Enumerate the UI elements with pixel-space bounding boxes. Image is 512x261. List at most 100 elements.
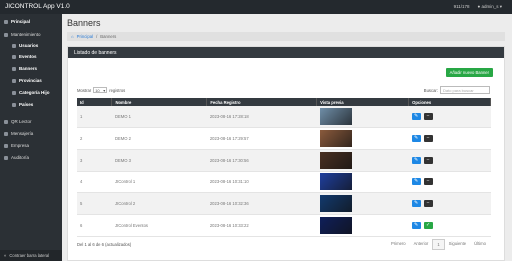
- image-icon: [12, 66, 16, 71]
- cell-opciones: ✎ −: [408, 149, 491, 172]
- table-row: 1 DEMO 1 2023-08-16 17:28:18 ✎ −: [77, 106, 491, 129]
- deactivate-button[interactable]: −: [423, 156, 433, 164]
- pagination-next[interactable]: Siguiente: [445, 239, 470, 250]
- sidebar-item-empresa[interactable]: Empresa: [0, 141, 62, 150]
- banners-table: Id Nombre Fecha Registro Vista previa Op…: [77, 98, 491, 237]
- banner-thumbnail: [319, 216, 352, 234]
- add-banner-button[interactable]: Añadir nuevo Banner: [445, 68, 493, 77]
- banner-thumbnail: [319, 195, 352, 213]
- sidebar-item-paises[interactable]: Países: [0, 100, 62, 109]
- cell-nombre: JIControl Eventos: [111, 214, 207, 237]
- cell-fecha: 2023-08-16 17:30:56: [206, 149, 317, 172]
- sidebar-item-label: Principal: [11, 19, 31, 24]
- pagination-previous[interactable]: Anterior: [410, 239, 433, 250]
- chart-icon: [4, 155, 8, 160]
- qr-icon: [4, 119, 8, 124]
- table-row: 2 DEMO 2 2023-08-16 17:29:57 ✎ −: [77, 127, 491, 150]
- search-control: Buscar: Dato para buscar: [424, 86, 490, 94]
- cell-vista-previa: [316, 171, 409, 194]
- sidebar-item-eventos[interactable]: Eventos: [0, 52, 62, 61]
- home-icon: ⌂: [71, 34, 74, 39]
- pagination-last[interactable]: Último: [470, 239, 490, 250]
- activate-button[interactable]: ✓: [423, 221, 433, 229]
- users-icon: [12, 43, 16, 48]
- user-menu[interactable]: ● admin_s ▾: [478, 4, 503, 10]
- cell-fecha: 2023-08-16 10:33:22: [206, 214, 317, 237]
- cell-id: 1: [77, 106, 112, 129]
- sidebar-item-label: Banners: [19, 66, 38, 71]
- sidebar-item-principal[interactable]: Principal: [0, 17, 62, 26]
- table-row: 6 JIControl Eventos 2023-08-16 10:33:22 ✎ ✓: [77, 214, 491, 237]
- sidebar-item-mensajeria[interactable]: Mensajería: [0, 129, 62, 138]
- table-row: 5 JIControl 2 2023-08-16 10:32:36 ✎ −: [77, 192, 491, 215]
- cell-nombre: DEMO 3: [111, 149, 207, 172]
- deactivate-button[interactable]: −: [423, 135, 433, 143]
- sidebar-item-mantenimiento[interactable]: Mantenimiento: [0, 30, 62, 39]
- banner-thumbnail: [319, 108, 352, 126]
- chevron-left-icon: «: [4, 253, 7, 258]
- card-title: Listado de banners: [68, 47, 504, 58]
- edit-button[interactable]: ✎: [411, 113, 421, 121]
- table-header-row: Id Nombre Fecha Registro Vista previa Op…: [77, 98, 491, 106]
- page-length-select[interactable]: 10 ▾: [93, 87, 108, 93]
- cell-nombre: JIControl 2: [111, 192, 207, 215]
- sidebar-item-qr-lector[interactable]: QR Lector: [0, 117, 62, 126]
- cell-id: 4: [77, 171, 112, 194]
- page-length-control: Mostrar 10 ▾ registros: [77, 87, 125, 93]
- notification-text[interactable]: 911/178: [454, 4, 470, 10]
- sidebar-item-provincias[interactable]: Provincias: [0, 76, 62, 85]
- cell-nombre: DEMO 2: [111, 127, 207, 150]
- edit-button[interactable]: ✎: [411, 178, 421, 186]
- sidebar-item-label: Auditoría: [11, 155, 30, 160]
- sidebar-item-label: Provincias: [19, 78, 42, 83]
- sidebar-item-banners[interactable]: Banners: [0, 64, 62, 73]
- sidebar-item-auditoria[interactable]: Auditoría: [0, 153, 62, 162]
- calendar-icon: [12, 54, 16, 59]
- top-right-area: 911/178 ● admin_s ▾: [454, 4, 502, 10]
- column-header-nombre[interactable]: Nombre: [111, 98, 208, 106]
- sidebar-item-categoria-hijo[interactable]: Categoría Hijo: [0, 88, 62, 97]
- pagination-first[interactable]: Primero: [387, 239, 410, 250]
- collapse-sidebar-label: Contraer barra lateral: [9, 253, 50, 258]
- edit-button[interactable]: ✎: [411, 156, 421, 164]
- deactivate-button[interactable]: −: [423, 113, 433, 121]
- sidebar-item-usuarios[interactable]: Usuarios: [0, 41, 62, 50]
- cell-id: 2: [77, 127, 112, 150]
- breadcrumb: ⌂ Principal / Banners: [67, 32, 505, 41]
- gear-icon: [4, 32, 8, 37]
- sidebar-item-label: Empresa: [11, 143, 30, 148]
- home-icon: [4, 19, 8, 24]
- column-header-fecha[interactable]: Fecha Registro: [206, 98, 318, 106]
- banner-thumbnail: [319, 173, 352, 191]
- sidebar: Principal Mantenimiento Usuarios Eventos…: [0, 14, 62, 261]
- cell-opciones: ✎ ✓: [408, 214, 491, 237]
- cell-opciones: ✎ −: [408, 106, 491, 129]
- column-header-vista-previa[interactable]: Vista previa: [316, 98, 410, 106]
- edit-button[interactable]: ✎: [411, 135, 421, 143]
- cell-fecha: 2023-08-16 10:31:10: [206, 171, 317, 194]
- cell-opciones: ✎ −: [408, 192, 491, 215]
- deactivate-button[interactable]: −: [423, 178, 433, 186]
- search-input[interactable]: Dato para buscar: [440, 86, 490, 94]
- sidebar-item-label: Países: [19, 102, 34, 107]
- cell-vista-previa: [316, 149, 409, 172]
- deactivate-button[interactable]: −: [423, 200, 433, 208]
- app-title: JICONTROL App V1.0: [5, 3, 70, 10]
- collapse-sidebar-button[interactable]: «Contraer barra lateral: [0, 250, 62, 261]
- sidebar-item-label: Usuarios: [19, 43, 39, 48]
- breadcrumb-current: Banners: [100, 34, 117, 39]
- sidebar-item-label: Mensajería: [11, 131, 34, 136]
- breadcrumb-home-link[interactable]: Principal: [77, 34, 93, 39]
- top-navbar: JICONTROL App V1.0 911/178 ● admin_s ▾: [0, 0, 512, 14]
- sidebar-item-label: Eventos: [19, 54, 37, 59]
- edit-button[interactable]: ✎: [411, 221, 421, 229]
- folder-icon: [12, 90, 16, 95]
- cell-vista-previa: [316, 127, 409, 150]
- sidebar-item-label: QR Lector: [11, 119, 32, 124]
- sidebar-item-label: Categoría Hijo: [19, 90, 50, 95]
- cell-vista-previa: [316, 192, 409, 215]
- column-header-id[interactable]: Id: [77, 98, 113, 106]
- user-name: admin_s: [481, 4, 499, 9]
- pagination-page-1[interactable]: 1: [432, 239, 445, 250]
- edit-button[interactable]: ✎: [411, 200, 421, 208]
